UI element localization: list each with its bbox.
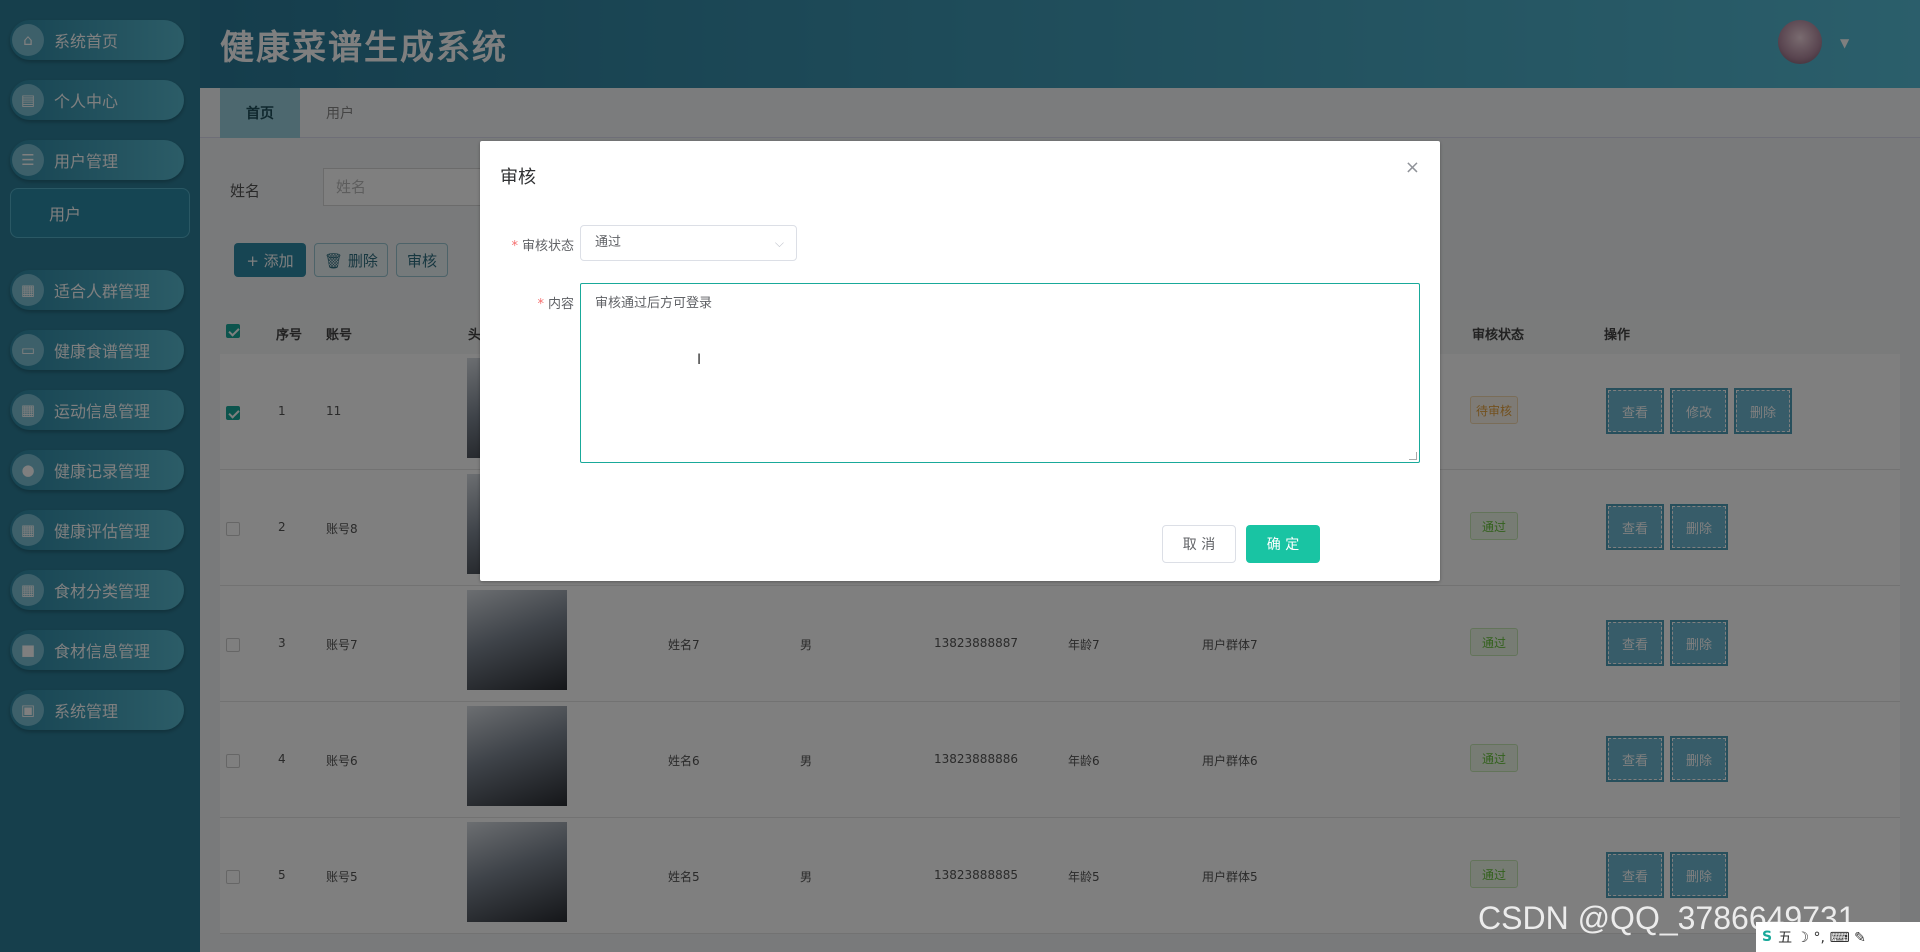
resize-handle[interactable] bbox=[1409, 452, 1417, 460]
content-textarea[interactable]: 审核通过后方可登录 bbox=[580, 283, 1420, 463]
confirm-button[interactable]: 确 定 bbox=[1246, 525, 1320, 563]
tray-text: 五 ☽ °, ⌨ ✎ bbox=[1778, 930, 1866, 946]
close-icon[interactable]: × bbox=[1405, 157, 1420, 178]
status-field-label: * 审核状态 bbox=[511, 239, 574, 254]
textarea-value: 审核通过后方可登录 bbox=[595, 296, 713, 311]
audit-status-select[interactable]: 通过 ⌵ bbox=[580, 225, 797, 261]
dialog-title: 审核 bbox=[500, 167, 536, 188]
required-mark: * bbox=[537, 297, 544, 312]
audit-dialog: 审核 × * 审核状态 通过 ⌵ * 内容 审核通过后方可登录 I 取 消 确 定 bbox=[480, 141, 1440, 581]
ime-tray: S 五 ☽ °, ⌨ ✎ bbox=[1756, 922, 1920, 952]
text-cursor-icon: I bbox=[697, 352, 702, 368]
cancel-button[interactable]: 取 消 bbox=[1162, 525, 1236, 563]
chevron-down-icon: ⌵ bbox=[774, 236, 784, 250]
required-mark: * bbox=[511, 239, 518, 254]
select-value: 通过 bbox=[595, 235, 622, 250]
content-field-label: * 内容 bbox=[537, 297, 574, 312]
ime-logo-icon: S bbox=[1762, 929, 1773, 945]
